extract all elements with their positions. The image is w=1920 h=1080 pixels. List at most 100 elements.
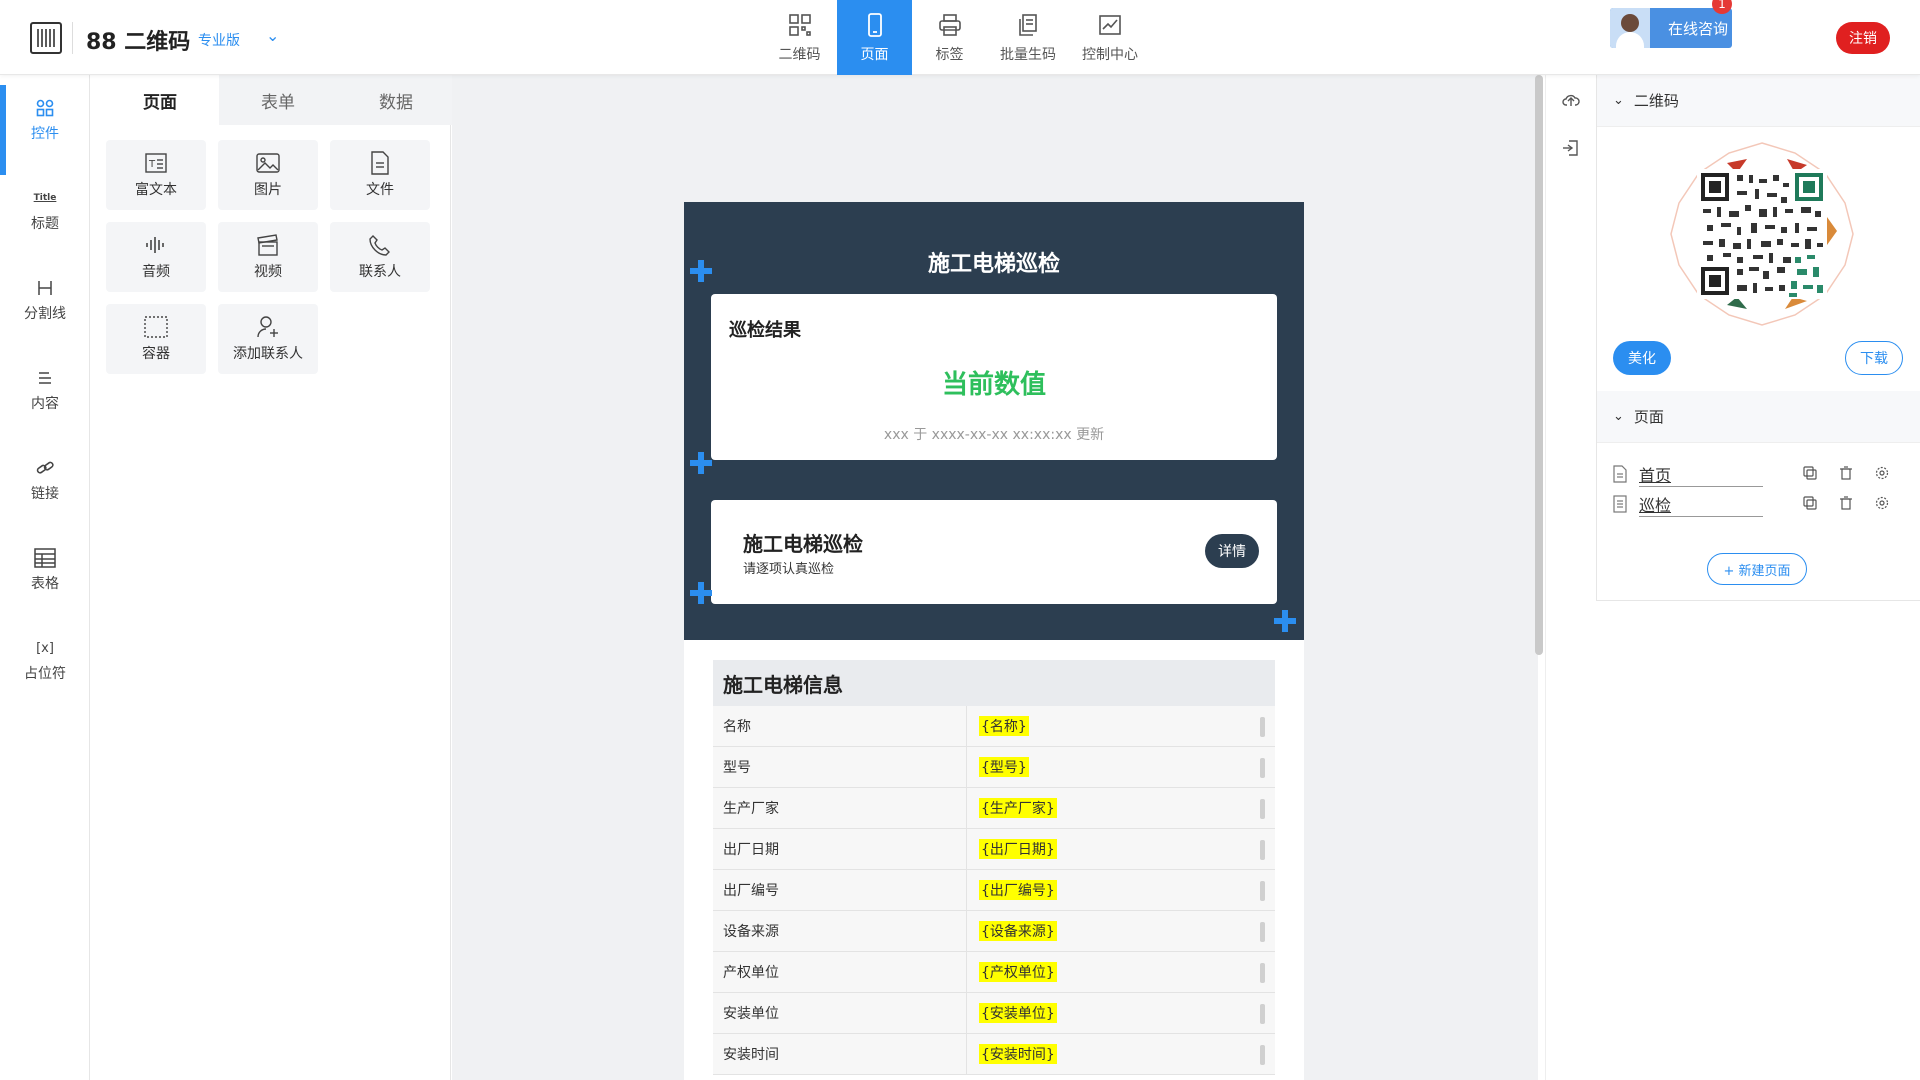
rail-item-widgets[interactable]: 控件 — [0, 85, 90, 175]
edition-label[interactable]: 专业版 — [198, 30, 240, 50]
image-icon — [256, 151, 280, 175]
row-key: 生产厂家 — [713, 788, 967, 828]
placeholder-token: {生产厂家} — [979, 798, 1057, 818]
widget-image[interactable]: 图片 — [218, 140, 318, 210]
widget-add-contact[interactable]: 添加联系人 — [218, 304, 318, 374]
table-row[interactable]: 型号 {型号} — [713, 747, 1275, 788]
title-icon: Title — [33, 193, 57, 203]
tab-data[interactable]: 数据 — [337, 75, 455, 125]
widget-label: 视频 — [254, 264, 282, 280]
gear-icon[interactable] — [1875, 465, 1889, 484]
row-drag-handle[interactable] — [1260, 1004, 1265, 1024]
widget-contact[interactable]: 联系人 — [330, 222, 430, 292]
preview-title[interactable]: 施工电梯巡检 — [684, 246, 1304, 278]
widget-file[interactable]: 文件 — [330, 140, 430, 210]
widget-label: 富文本 — [135, 182, 177, 198]
canvas-scrollbar[interactable] — [1535, 75, 1543, 655]
widget-video[interactable]: 视频 — [218, 222, 318, 292]
detail-button[interactable]: 详情 — [1205, 534, 1259, 568]
table-row[interactable]: 生产厂家 {生产厂家} — [713, 788, 1275, 829]
nav-qrcode[interactable]: 二维码 — [762, 0, 837, 75]
new-page-button[interactable]: + 新建页面 — [1707, 553, 1807, 585]
table-row[interactable]: 安装单位 {安装单位} — [713, 993, 1275, 1034]
rail-item-title[interactable]: Title 标题 — [0, 175, 90, 245]
table-row[interactable]: 出厂编号 {出厂编号} — [713, 870, 1275, 911]
result-value: 当前数值 — [941, 370, 1046, 400]
widget-rich-text[interactable]: T 富文本 — [106, 140, 206, 210]
page-name[interactable]: 首页 — [1639, 462, 1763, 487]
row-drag-handle[interactable] — [1260, 963, 1265, 983]
rail-label: 控件 — [31, 126, 59, 142]
tab-page[interactable]: 页面 — [101, 75, 219, 125]
nav-label-print[interactable]: 标签 — [912, 0, 987, 75]
nav-page[interactable]: 页面 — [837, 0, 912, 75]
page-list-item[interactable]: 首页 — [1613, 459, 1913, 489]
phone-page-icon — [862, 12, 888, 38]
row-drag-handle[interactable] — [1260, 881, 1265, 901]
nav-batch[interactable]: 批量生码 — [987, 0, 1069, 75]
widget-audio[interactable]: 音频 — [106, 222, 206, 292]
row-value: {设备来源} — [967, 911, 1275, 951]
row-value: {安装单位} — [967, 993, 1275, 1033]
page-list-item[interactable]: 巡检 — [1613, 489, 1913, 519]
row-drag-handle[interactable] — [1260, 840, 1265, 860]
row-key: 型号 — [713, 747, 967, 787]
inspection-card-subtitle: 请逐项认真巡检 — [743, 562, 835, 577]
top-header: 88 二维码 专业版 ⌄ 二维码 页面 标签 批量生码 控制中心 在线咨询 1 … — [0, 0, 1920, 75]
rail-item-link[interactable]: 链接 — [0, 445, 90, 515]
online-consult-button[interactable]: 在线咨询 — [1610, 8, 1732, 48]
move-handle-icon[interactable] — [688, 450, 714, 476]
rail-item-divider[interactable]: 分割线 — [0, 265, 90, 335]
gear-icon[interactable] — [1875, 495, 1889, 514]
import-icon[interactable] — [1560, 137, 1582, 159]
download-button[interactable]: 下载 — [1845, 341, 1903, 375]
rail-item-table[interactable]: 表格 — [0, 535, 90, 605]
qr-code-preview[interactable] — [1667, 139, 1857, 329]
move-handle-icon[interactable] — [688, 258, 714, 284]
move-handle-icon[interactable] — [1272, 608, 1298, 634]
nav-control-center[interactable]: 控制中心 — [1069, 0, 1151, 75]
row-drag-handle[interactable] — [1260, 799, 1265, 819]
beautify-button[interactable]: 美化 — [1613, 341, 1671, 375]
table-row[interactable]: 安装时间 {安装时间} — [713, 1034, 1275, 1075]
row-value: {出厂编号} — [967, 870, 1275, 910]
logout-button[interactable]: 注销 — [1836, 22, 1890, 54]
rail-item-placeholder[interactable]: [x] 占位符 — [0, 625, 90, 695]
row-drag-handle[interactable] — [1260, 758, 1265, 778]
section-title: 页面 — [1633, 408, 1664, 426]
chevron-down-icon: ⌄ — [1613, 409, 1624, 424]
brand-name[interactable]: 88 二维码 — [86, 24, 190, 56]
rail-label: 占位符 — [24, 666, 66, 682]
page-name[interactable]: 巡检 — [1639, 492, 1763, 517]
inspection-card-title: 施工电梯巡检 — [743, 532, 863, 556]
copy-icon[interactable] — [1803, 465, 1817, 484]
chevron-down-icon[interactable]: ⌄ — [266, 26, 279, 45]
page-section-header[interactable]: ⌄ 页面 — [1597, 391, 1920, 443]
content-lines-icon — [37, 367, 53, 389]
row-drag-handle[interactable] — [1260, 1045, 1265, 1065]
delete-icon[interactable] — [1839, 465, 1853, 484]
table-row[interactable]: 名称 {名称} — [713, 706, 1275, 747]
qr-section-header[interactable]: ⌄ 二维码 — [1597, 75, 1920, 127]
result-card[interactable]: 巡检结果 当前数值 xxx 于 xxxx-xx-xx xx:xx:xx 更新 — [711, 294, 1277, 460]
section-title: 二维码 — [1633, 92, 1679, 110]
nav-label: 标签 — [935, 46, 964, 63]
right-panel: ⌄ 二维码 美化 下载 ⌄ 页面 首页 巡检 + 新建页面 — [1596, 75, 1920, 601]
copy-icon[interactable] — [1803, 495, 1817, 514]
logo-icon[interactable] — [30, 22, 62, 54]
cloud-upload-icon[interactable] — [1560, 89, 1582, 111]
inspection-card[interactable]: 施工电梯巡检 请逐项认真巡检 详情 — [711, 500, 1277, 604]
widget-container[interactable]: 容器 — [106, 304, 206, 374]
delete-icon[interactable] — [1839, 495, 1853, 514]
table-row[interactable]: 设备来源 {设备来源} — [713, 911, 1275, 952]
tab-form[interactable]: 表单 — [219, 75, 337, 125]
table-row[interactable]: 出厂日期 {出厂日期} — [713, 829, 1275, 870]
rich-text-icon: T — [145, 151, 167, 175]
info-table[interactable]: 施工电梯信息 名称 {名称} 型号 {型号} 生产厂家 {生产厂家} 出厂日期 {出厂日… — [713, 660, 1275, 1075]
move-handle-icon[interactable] — [688, 580, 714, 606]
table-row[interactable]: 产权单位 {产权单位} — [713, 952, 1275, 993]
row-drag-handle[interactable] — [1260, 717, 1265, 737]
row-drag-handle[interactable] — [1260, 922, 1265, 942]
rail-item-content[interactable]: 内容 — [0, 355, 90, 425]
placeholder-token: {设备来源} — [979, 921, 1057, 941]
